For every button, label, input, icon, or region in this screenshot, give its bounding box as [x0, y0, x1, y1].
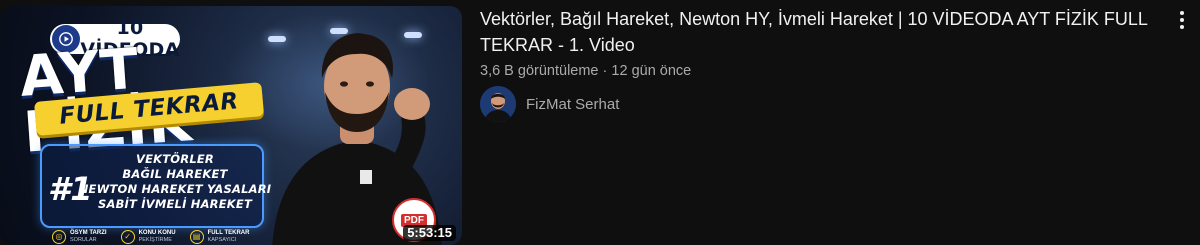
menu-dot	[1180, 25, 1184, 29]
check-icon: ✓	[120, 230, 135, 244]
feature-subtitle: PEKİŞTİRME	[138, 237, 172, 243]
feature-subtitle: KAPSAYICI	[207, 237, 237, 243]
feature-title: KONU KONU	[138, 230, 176, 236]
menu-dot	[1180, 11, 1184, 15]
channel-row[interactable]: FizMat Serhat	[480, 86, 619, 122]
feature-title: ÖSYM TARZI	[70, 230, 107, 236]
topic-line: BAĞIL HAREKET	[122, 167, 228, 181]
feature-title: FULL TEKRAR	[207, 230, 250, 236]
feature-subtitle: SORULAR	[70, 237, 97, 243]
video-title[interactable]: Vektörler, Bağıl Hareket, Newton HY, İvm…	[480, 6, 1160, 58]
topic-line: VEKTÖRLER	[136, 152, 214, 166]
channel-avatar[interactable]	[480, 86, 516, 122]
topics-box: #1 VEKTÖRLER BAĞIL HAREKET NEWTON HAREKE…	[40, 144, 271, 228]
feature-row: ◎ ÖSYM TARZI SORULAR ✓ KONU KONU PEKİŞTİ…	[52, 227, 282, 245]
menu-dot	[1180, 18, 1184, 22]
video-meta: Vektörler, Bağıl Hareket, Newton HY, İvm…	[480, 6, 1160, 81]
document-icon: ▤	[189, 230, 204, 244]
upload-age: 12 gün önce	[611, 63, 692, 79]
channel-name[interactable]: FizMat Serhat	[526, 96, 619, 113]
view-count: 3,6 B görüntüleme	[480, 63, 599, 79]
video-thumbnail[interactable]: 10 VİDEODA AYT FİZİK FULL TEKRAR #1 VEKT…	[0, 6, 462, 245]
feature-item: ◎ ÖSYM TARZI SORULAR	[52, 227, 107, 245]
feature-item: ▤ FULL TEKRAR KAPSAYICI	[189, 227, 250, 245]
stats-separator: ·	[602, 63, 608, 79]
more-vert-icon[interactable]	[1172, 8, 1192, 32]
feature-item: ✓ KONU KONU PEKİŞTİRME	[120, 227, 176, 245]
target-icon: ◎	[52, 230, 66, 244]
topic-line: SABİT İVMELİ HAREKET	[97, 197, 252, 211]
topic-line: NEWTON HAREKET YASALARI	[78, 182, 272, 196]
video-stats: 3,6 B görüntüleme · 12 gün önce	[480, 61, 1160, 81]
duration-badge: 5:53:15	[403, 225, 456, 241]
